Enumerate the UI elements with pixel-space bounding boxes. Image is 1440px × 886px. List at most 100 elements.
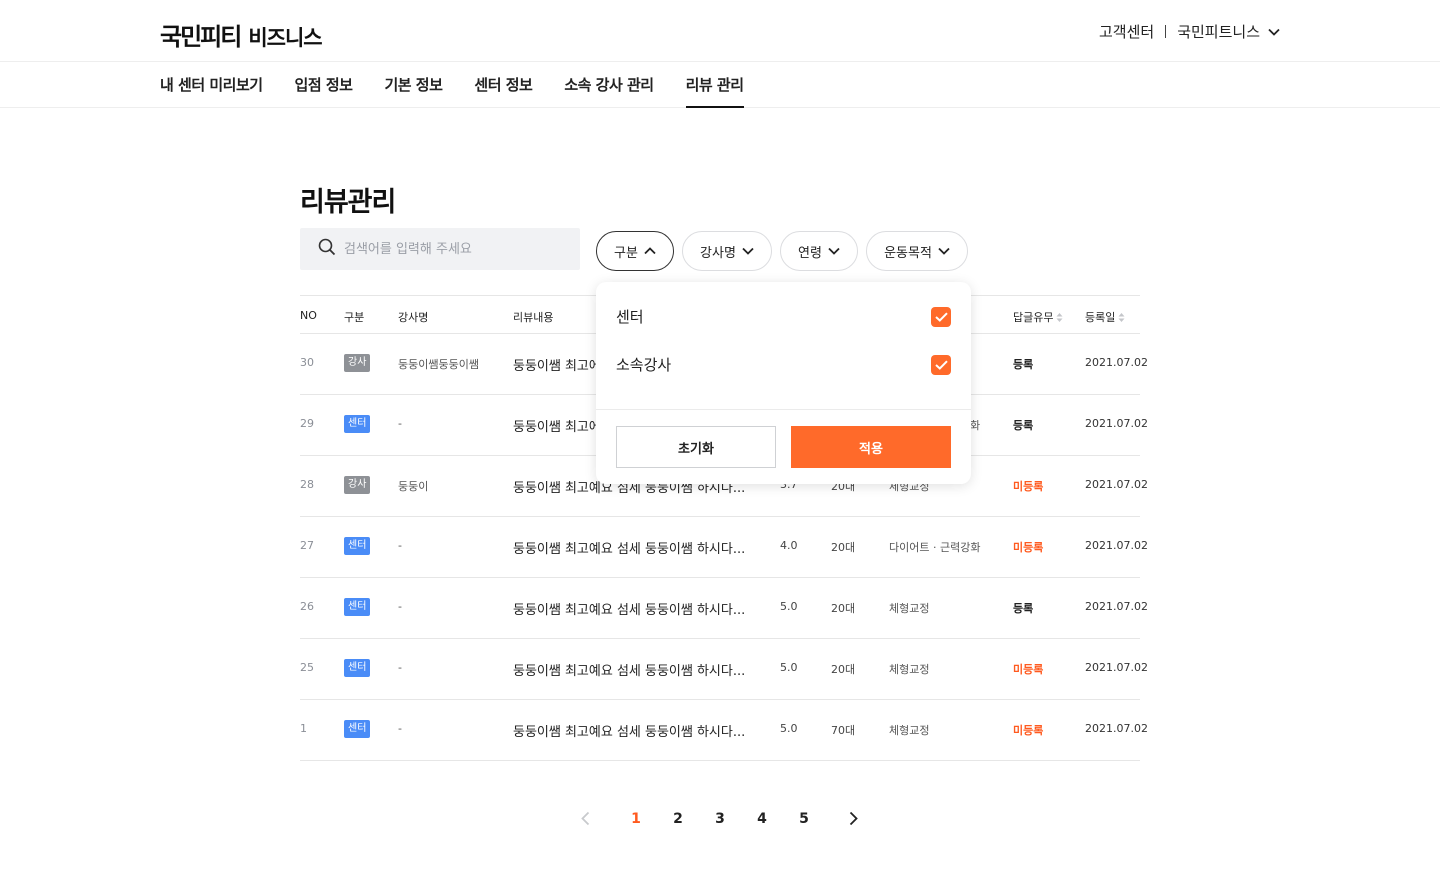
cell-age: 70대 (831, 724, 856, 737)
nav-item-center-info[interactable]: 센터 정보 (474, 62, 532, 108)
nav-item-reviews[interactable]: 리뷰 관리 (685, 62, 744, 108)
checkbox-center[interactable] (931, 306, 951, 327)
cell-instructor: 둥둥이쌤둥둥이쌤 (398, 358, 479, 371)
cell-score: 4.0 (780, 539, 798, 552)
type-badge: 센터 (344, 659, 371, 677)
table-row[interactable]: 25 센터 - 둥둥이쌤 최고예요 섬세 둥둥이쌤 하시다... 5.0 20대 체형교정 미… (300, 639, 1148, 700)
header-date-label: 등록일 (1085, 311, 1116, 324)
nav-item-instructors[interactable]: 소속 강사 관리 (564, 62, 654, 108)
checkbox-instructor[interactable] (931, 354, 951, 375)
nav-item-store-info[interactable]: 입점 정보 (295, 62, 353, 108)
chevron-up-icon (644, 247, 656, 255)
option-center[interactable]: 센터 (616, 306, 951, 327)
logo[interactable]: 국민피티 비즈니스 (160, 17, 323, 52)
nav-item-basic-info[interactable]: 기본 정보 (384, 62, 442, 108)
header-reply-label: 답글유무 (1013, 311, 1054, 324)
cell-goal: 체형교정 (889, 724, 930, 737)
page-1[interactable]: 1 (625, 808, 647, 830)
cell-instructor: - (398, 539, 402, 552)
search-input[interactable] (344, 241, 564, 257)
option-instructor[interactable]: 소속강사 (616, 354, 951, 375)
header-instructor: 강사명 (398, 311, 429, 324)
cell-date: 2021.07.02 (1085, 600, 1148, 613)
cell-reply: 미등록 (1013, 663, 1044, 676)
page-2[interactable]: 2 (667, 808, 689, 830)
filter-type[interactable]: 구분 (596, 231, 674, 271)
header-type: 구분 (344, 311, 365, 324)
cell-content[interactable]: 둥둥이쌤 최고예요 섬세 둥둥이쌤 하시다... (513, 538, 745, 557)
cell-content[interactable]: 둥둥이쌤 최고예요 섬세 둥둥이쌤 하시다... (513, 721, 745, 740)
sort-icon (1056, 312, 1063, 322)
type-filter-dropdown: 센터 소속강사 초기화 적용 (596, 282, 971, 484)
nav-item-preview[interactable]: 내 센터 미리보기 (160, 62, 263, 108)
filter-instructor[interactable]: 강사명 (682, 231, 772, 271)
sort-icon (1118, 312, 1125, 322)
search-icon (318, 238, 336, 260)
header-date[interactable]: 등록일 (1085, 309, 1125, 325)
logo-sub-text: 비즈니스 (248, 26, 322, 50)
cell-type: 센터 (344, 598, 371, 616)
cell-goal: 다이어트 · 근력강화 (889, 541, 981, 554)
filter-type-label: 구분 (614, 245, 638, 261)
cell-reply: 등록 (1013, 358, 1034, 371)
cell-content[interactable]: 둥둥이쌤 최고예요 섬세 둥둥이쌤 하시다... (513, 599, 745, 618)
page-5[interactable]: 5 (793, 808, 815, 830)
page-title: 리뷰관리 (300, 187, 396, 218)
top-header: 국민피티 비즈니스 고객센터 국민피트니스 (0, 0, 1440, 62)
cell-instructor: - (398, 722, 402, 735)
cell-reply: 미등록 (1013, 724, 1044, 737)
cell-age: 20대 (831, 541, 856, 554)
header-reply[interactable]: 답글유무 (1013, 309, 1063, 325)
cell-goal: 체형교정 (889, 663, 930, 676)
customer-center-link[interactable]: 고객센터 (1099, 21, 1154, 42)
cell-instructor: - (398, 600, 402, 613)
dropdown-divider (596, 409, 971, 410)
type-badge: 강사 (344, 354, 371, 372)
filter-instructor-label: 강사명 (700, 245, 736, 261)
cell-goal: 체형교정 (889, 602, 930, 615)
cell-content[interactable]: 둥둥이쌤 최고에 (513, 416, 601, 435)
cell-date: 2021.07.02 (1085, 356, 1148, 369)
search-box (300, 228, 580, 270)
header-divider (1165, 25, 1167, 38)
filter-goal[interactable]: 운동목적 (866, 231, 968, 271)
reset-button[interactable]: 초기화 (616, 426, 776, 468)
check-icon (934, 311, 948, 322)
cell-content[interactable]: 둥둥이쌤 최고에 (513, 355, 601, 374)
cell-no: 28 (300, 478, 314, 491)
chevron-down-icon[interactable] (1268, 28, 1280, 36)
cell-reply: 등록 (1013, 602, 1034, 615)
pagination: 1 2 3 4 5 (0, 808, 1440, 830)
cell-reply: 미등록 (1013, 480, 1044, 493)
page-4[interactable]: 4 (751, 808, 773, 830)
main-nav: 내 센터 미리보기 입점 정보 기본 정보 센터 정보 소속 강사 관리 리뷰 … (0, 62, 1440, 108)
cell-content[interactable]: 둥둥이쌤 최고예요 섬세 둥둥이쌤 하시다... (513, 660, 745, 679)
header-content: 리뷰내용 (513, 311, 554, 324)
chevron-down-icon (828, 247, 840, 255)
chevron-down-icon (742, 247, 754, 255)
cell-instructor: - (398, 417, 402, 430)
cell-type: 강사 (344, 354, 371, 372)
option-center-label: 센터 (616, 308, 644, 326)
table-row[interactable]: 26 센터 - 둥둥이쌤 최고예요 섬세 둥둥이쌤 하시다... 5.0 20대 체형교정 등… (300, 578, 1148, 639)
cell-type: 센터 (344, 659, 371, 677)
cell-type: 센터 (344, 537, 371, 555)
filter-goal-label: 운동목적 (884, 245, 932, 261)
check-icon (934, 359, 948, 370)
apply-button[interactable]: 적용 (791, 426, 951, 468)
chevron-right-icon[interactable] (849, 811, 858, 830)
option-instructor-label: 소속강사 (616, 356, 672, 374)
chevron-left-icon[interactable] (581, 811, 590, 830)
table-row[interactable]: 27 센터 - 둥둥이쌤 최고예요 섬세 둥둥이쌤 하시다... 4.0 20대 다이어트 … (300, 517, 1148, 578)
cell-date: 2021.07.02 (1085, 661, 1148, 674)
filter-age-label: 연령 (798, 245, 822, 261)
filter-age[interactable]: 연령 (780, 231, 858, 271)
type-badge: 강사 (344, 476, 371, 494)
cell-no: 1 (300, 722, 307, 735)
page-3[interactable]: 3 (709, 808, 731, 830)
table-row[interactable]: 1 센터 - 둥둥이쌤 최고예요 섬세 둥둥이쌤 하시다... 5.0 70대 체형교정 미등… (300, 700, 1148, 761)
cell-date: 2021.07.02 (1085, 417, 1148, 430)
cell-score: 5.0 (780, 722, 798, 735)
cell-type: 센터 (344, 720, 371, 738)
account-menu-label[interactable]: 국민피트니스 (1177, 21, 1260, 42)
